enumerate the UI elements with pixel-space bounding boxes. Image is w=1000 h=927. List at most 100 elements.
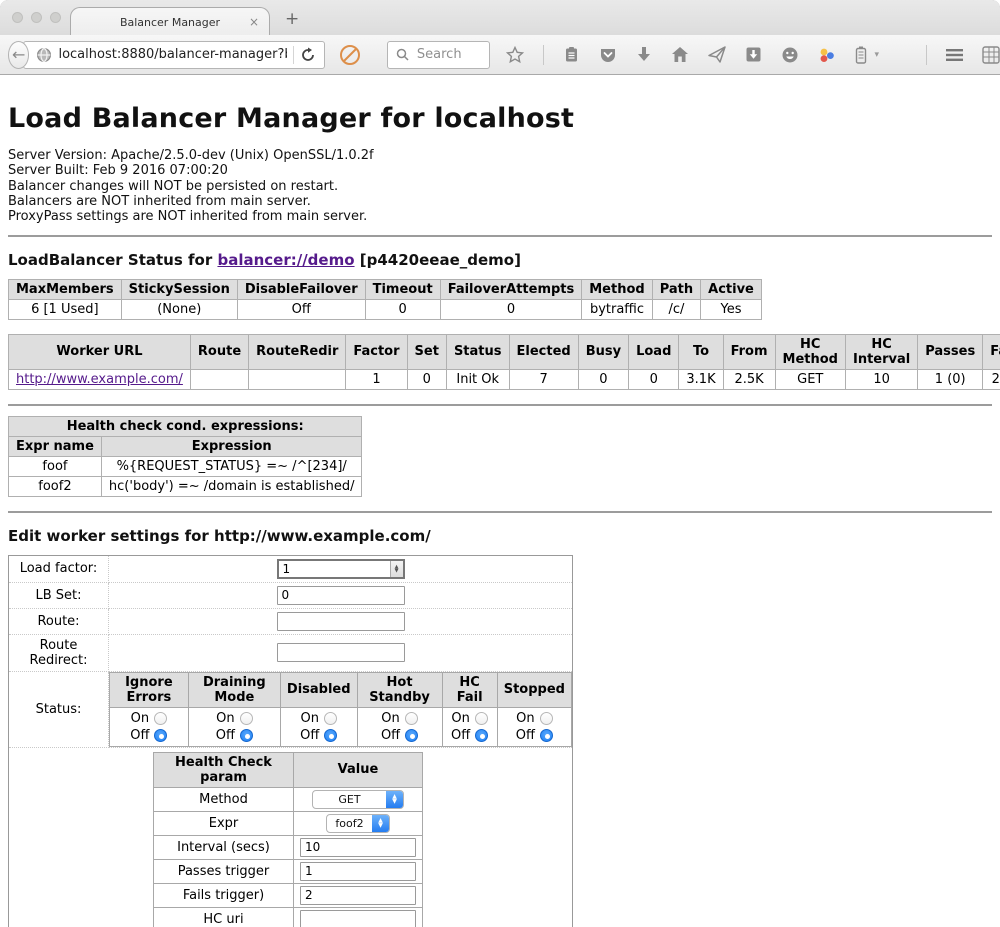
expressions-table: Health check cond. expressions: Expr nam… (8, 416, 362, 497)
server-info: Server Version: Apache/2.5.0-dev (Unix) … (8, 148, 992, 225)
on-label: On (516, 710, 534, 727)
new-tab-button[interactable]: + (285, 9, 299, 29)
lb-set-label: LB Set: (9, 582, 109, 608)
health-check-table: Health Check param Value Method GET ▲▼ (153, 752, 423, 927)
col-disablefailover: DisableFailover (237, 279, 365, 299)
worker-url-link[interactable]: http://www.example.com/ (16, 372, 183, 387)
tab-bar: Balancer Manager × + (0, 0, 1000, 35)
download-box-icon[interactable] (745, 46, 762, 63)
toolbar-separator (543, 45, 544, 65)
chevron-down-icon[interactable]: ▾ (874, 50, 879, 60)
page-title: Load Balancer Manager for localhost (8, 103, 992, 134)
expr-row: foof %{REQUEST_STATUS} =~ /^[234]/ (9, 456, 362, 476)
menu-icon[interactable] (946, 48, 963, 62)
reload-icon[interactable] (300, 47, 316, 63)
on-label: On (216, 710, 234, 727)
browser-window: Balancer Manager × + ← localhost:8880/ba… (0, 0, 1000, 927)
col-busy: Busy (578, 334, 628, 369)
col-hc-method: HC Method (775, 334, 845, 369)
fails-trigger-input[interactable] (300, 886, 416, 905)
hc-uri-input[interactable] (300, 910, 416, 927)
home-icon[interactable] (671, 46, 689, 63)
radio-hc-fail-off[interactable] (475, 729, 488, 742)
url-bar[interactable]: localhost:8880/balancer-manager?b=demo&w… (23, 41, 324, 69)
col-hot-standby: Hot Standby (357, 672, 442, 707)
balancer-status-table: MaxMembers StickySession DisableFailover… (8, 279, 762, 320)
zoom-window-button[interactable] (50, 12, 61, 23)
radio-hot-standby-on[interactable] (405, 712, 418, 725)
col-load: Load (629, 334, 679, 369)
radio-stopped-off[interactable] (540, 729, 553, 742)
hc-row-method: Method GET ▲▼ (154, 787, 423, 811)
form-row-health-check: Health Check param Value Method GET ▲▼ (9, 747, 573, 927)
clipboard-icon[interactable] (563, 46, 580, 63)
loadbalancer-status-heading: LoadBalancer Status for balancer://demo … (8, 251, 992, 269)
table-header-row: Worker URL Route RouteRedir Factor Set S… (9, 334, 1000, 369)
col-timeout: Timeout (365, 279, 440, 299)
on-label: On (451, 710, 469, 727)
apps-grid-icon[interactable] (982, 46, 1000, 64)
off-label: Off (130, 727, 149, 744)
worker-row: http://www.example.com/ 1 0 Init Ok 7 0 … (9, 369, 1000, 389)
cell-hc-method: GET (775, 369, 845, 389)
globe-icon (36, 47, 52, 63)
pocket-icon[interactable] (599, 46, 617, 64)
tab-balancer-manager[interactable]: Balancer Manager × (70, 7, 270, 36)
divider (8, 404, 992, 406)
back-arrow-icon: ← (12, 45, 25, 64)
radio-draining-mode-on[interactable] (240, 712, 253, 725)
col-factor: Factor (346, 334, 407, 369)
route-redirect-input[interactable] (277, 643, 405, 662)
col-to: To (679, 334, 723, 369)
status-cell-ignore-errors: On Off (110, 707, 189, 746)
search-placeholder: Search (417, 47, 462, 62)
radio-ignore-errors-off[interactable] (154, 729, 167, 742)
balancer-demo-link[interactable]: balancer://demo (217, 251, 354, 269)
route-redirect-label: Route Redirect: (9, 634, 109, 671)
back-button[interactable]: ← (8, 41, 29, 69)
lb-set-input[interactable] (277, 586, 405, 605)
minimize-window-button[interactable] (31, 12, 42, 23)
off-label: Off (516, 727, 535, 744)
cell-method: bytraffic (582, 299, 652, 319)
method-select[interactable]: GET ▲▼ (312, 790, 404, 809)
smiley-icon[interactable] (781, 46, 799, 64)
radio-hc-fail-on[interactable] (475, 712, 488, 725)
interval-input[interactable] (300, 838, 416, 857)
bookmark-star-icon[interactable] (506, 46, 524, 64)
close-tab-icon[interactable]: × (249, 15, 259, 29)
passes-trigger-input[interactable] (300, 862, 416, 881)
radio-stopped-on[interactable] (540, 712, 553, 725)
color-dots-icon[interactable] (818, 46, 836, 64)
col-active: Active (701, 279, 762, 299)
cell-busy: 0 (578, 369, 628, 389)
send-icon[interactable] (708, 46, 726, 63)
notice-persist: Balancer changes will NOT be persisted o… (8, 179, 992, 194)
table-header-row: Expr name Expression (9, 436, 362, 456)
adblock-disabled-icon[interactable] (339, 44, 361, 66)
server-version: Server Version: Apache/2.5.0-dev (Unix) … (8, 148, 992, 163)
radio-disabled-on[interactable] (324, 712, 337, 725)
battery-icon[interactable] (855, 46, 867, 64)
cell-disablefailover: Off (237, 299, 365, 319)
on-label: On (381, 710, 399, 727)
url-text[interactable]: localhost:8880/balancer-manager?b=demo&w… (58, 47, 286, 62)
download-icon[interactable] (636, 46, 652, 63)
radio-hot-standby-off[interactable] (405, 729, 418, 742)
off-label: Off (451, 727, 470, 744)
spinner-icon[interactable]: ▲▼ (390, 561, 403, 577)
table-row: 6 [1 Used] (None) Off 0 0 bytraffic /c/ … (9, 299, 762, 319)
route-input[interactable] (277, 612, 405, 631)
expr-select[interactable]: foof2 ▲▼ (326, 814, 390, 833)
hc-row-expr: Expr foof2 ▲▼ (154, 811, 423, 835)
col-draining-mode: Draining Mode (188, 672, 280, 707)
cell-passes: 1 (0) (918, 369, 983, 389)
col-set: Set (407, 334, 446, 369)
radio-disabled-off[interactable] (324, 729, 337, 742)
radio-draining-mode-off[interactable] (240, 729, 253, 742)
close-window-button[interactable] (12, 12, 23, 23)
load-factor-input[interactable] (279, 561, 390, 577)
col-hc-interval: HC Interval (845, 334, 917, 369)
search-bar[interactable]: Search (387, 41, 491, 69)
radio-ignore-errors-on[interactable] (154, 712, 167, 725)
